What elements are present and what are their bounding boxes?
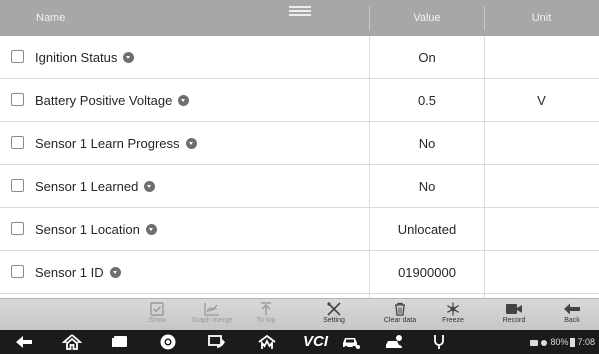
- parameter-name-text: Sensor 1 Location: [35, 222, 140, 237]
- graph-merge-icon: [204, 303, 219, 316]
- row-checkbox[interactable]: [11, 265, 24, 278]
- column-divider: [484, 36, 485, 298]
- row-checkbox[interactable]: [11, 50, 24, 63]
- show-label: Show: [148, 317, 166, 324]
- nav-remote-button[interactable]: [203, 330, 231, 354]
- chrome-icon: [160, 334, 176, 350]
- header-name: Name: [36, 12, 66, 24]
- table-row[interactable]: Ignition Status On: [0, 36, 599, 79]
- video-camera-icon: [506, 304, 522, 314]
- row-checkbox[interactable]: [11, 93, 24, 106]
- parameter-value: 01900000: [398, 265, 456, 280]
- nav-vehicle-button[interactable]: [337, 330, 365, 354]
- info-dropdown-icon[interactable]: [178, 95, 190, 107]
- nav-home-button[interactable]: [58, 330, 86, 354]
- row-checkbox[interactable]: [11, 136, 24, 149]
- info-dropdown-icon[interactable]: [109, 267, 121, 279]
- row-checkbox[interactable]: [11, 179, 24, 192]
- parameter-name-text: Battery Positive Voltage: [35, 93, 173, 108]
- table-row[interactable]: Sensor 1 ID 01900000: [0, 251, 599, 294]
- parameter-name: Sensor 1 ID: [35, 251, 121, 294]
- parameter-value: No: [418, 179, 436, 194]
- info-dropdown-icon[interactable]: [185, 138, 197, 150]
- parameter-name-text: Ignition Status: [35, 50, 118, 65]
- parameter-name: Ignition Status: [35, 36, 135, 79]
- power-icon: [434, 335, 444, 349]
- remote-desktop-icon: [208, 335, 225, 348]
- data-list[interactable]: Ignition Status On Battery Positive Volt…: [0, 36, 599, 298]
- setting-label: Setting: [323, 317, 345, 324]
- to-top-button[interactable]: To top: [240, 299, 292, 331]
- table-row[interactable]: Battery Positive Voltage 0.5 V: [0, 79, 599, 122]
- info-dropdown-icon[interactable]: [145, 224, 157, 236]
- function-toolbar: Show Graph merge To top Setting Clear da…: [0, 298, 599, 330]
- parameter-name: Sensor 1 Learn Progress: [35, 122, 197, 165]
- car-service-icon: [386, 335, 402, 348]
- freeze-label: Freeze: [442, 317, 464, 324]
- nav-recents-button[interactable]: [106, 330, 134, 354]
- recent-apps-icon: [112, 336, 127, 347]
- back-label: Back: [564, 317, 580, 324]
- nav-back-button[interactable]: [10, 330, 38, 354]
- to-top-label: To top: [256, 317, 276, 324]
- back-icon: [16, 336, 32, 348]
- battery-percent: 80%: [550, 337, 569, 347]
- table-row[interactable]: Sensor 1 Learn Progress No: [0, 122, 599, 165]
- battery-icon: [570, 338, 576, 348]
- graph-merge-button[interactable]: Graph merge: [186, 299, 238, 331]
- snowflake-icon: [447, 302, 459, 316]
- parameter-unit: V: [537, 93, 546, 108]
- freeze-button[interactable]: Freeze: [427, 299, 479, 331]
- show-icon: [150, 302, 164, 316]
- nav-power-button[interactable]: [425, 330, 453, 354]
- table-header: Name Value Unit: [0, 0, 599, 36]
- nav-service-button[interactable]: [381, 330, 409, 354]
- car-icon: [343, 338, 360, 350]
- clock-time: 7:08: [577, 337, 595, 347]
- parameter-name: Sensor 1 Learned: [35, 165, 156, 208]
- vci-label[interactable]: VCI: [303, 333, 328, 350]
- show-button[interactable]: Show: [131, 299, 183, 331]
- clear-data-label: Clear data: [383, 317, 417, 324]
- header-unit: Unit: [531, 12, 552, 24]
- record-label: Record: [502, 317, 526, 324]
- info-dropdown-icon[interactable]: [123, 52, 135, 64]
- parameter-name: Sensor 1 Location: [35, 208, 157, 251]
- home-icon: [62, 334, 82, 350]
- trash-icon: [395, 302, 405, 316]
- nav-browser-button[interactable]: [154, 330, 182, 354]
- row-checkbox[interactable]: [11, 222, 24, 235]
- table-row[interactable]: Sensor 1 Learned No: [0, 165, 599, 208]
- system-navigation-bar: VCI 80% 7:08: [0, 330, 599, 354]
- clear-data-button[interactable]: Clear data: [374, 299, 426, 331]
- column-divider: [369, 36, 370, 298]
- parameter-name-text: Sensor 1 Learned: [35, 179, 139, 194]
- table-row[interactable]: Sensor 1 Location Unlocated: [0, 208, 599, 251]
- setting-icon: [327, 302, 341, 316]
- parameter-value: No: [418, 136, 436, 151]
- parameter-value: 0.5: [417, 93, 437, 108]
- parameter-name-text: Sensor 1 Learn Progress: [35, 136, 180, 151]
- setting-button[interactable]: Setting: [308, 299, 360, 331]
- wifi-icon: [541, 339, 548, 346]
- parameter-name-text: Sensor 1 ID: [35, 265, 104, 280]
- parameter-value: On: [418, 50, 436, 65]
- back-arrow-icon: [564, 303, 580, 315]
- parameter-value: Unlocated: [397, 222, 457, 237]
- to-top-icon: [261, 302, 271, 315]
- nav-autel-home-button[interactable]: [253, 330, 281, 354]
- parameter-name: Battery Positive Voltage: [35, 79, 190, 122]
- back-button[interactable]: Back: [546, 299, 598, 331]
- header-value: Value: [413, 12, 441, 24]
- drag-handle-icon[interactable]: [289, 6, 311, 16]
- info-dropdown-icon[interactable]: [144, 181, 156, 193]
- message-icon: [530, 339, 539, 346]
- graph-merge-label: Graph merge: [191, 317, 233, 324]
- autel-home-icon: [258, 334, 276, 349]
- status-area: 80% 7:08: [530, 330, 595, 354]
- record-button[interactable]: Record: [488, 299, 540, 331]
